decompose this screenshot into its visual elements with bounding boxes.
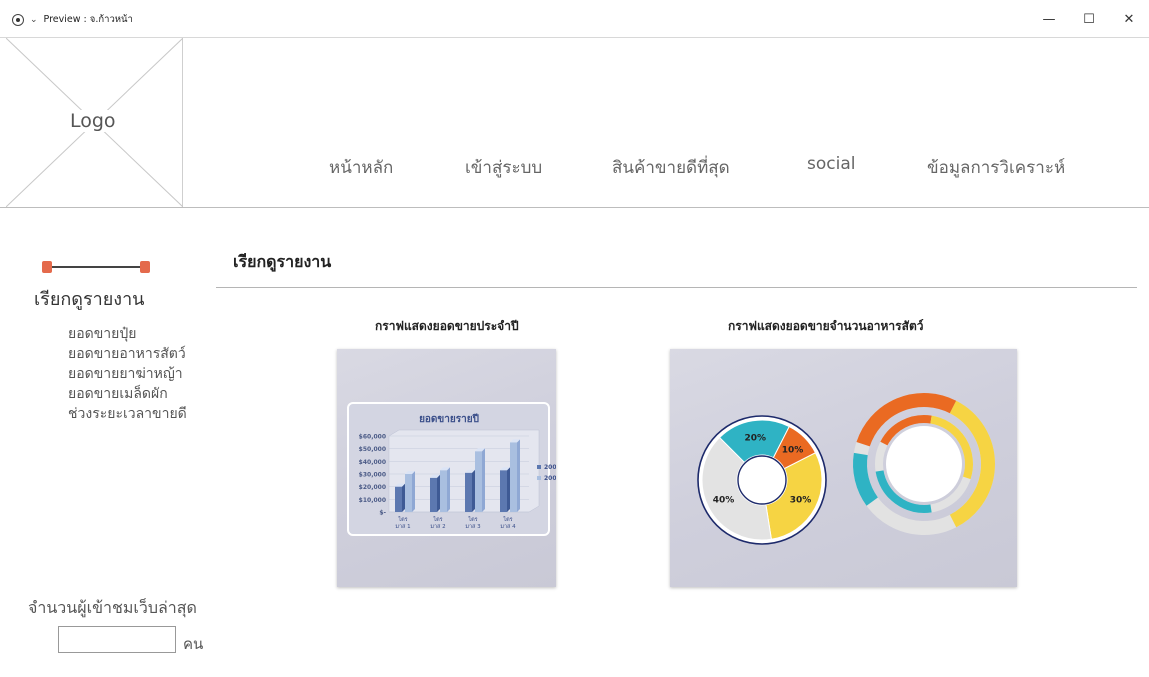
- nav-social[interactable]: social: [807, 154, 855, 174]
- page-title: เรียกดูรายงาน: [233, 252, 332, 271]
- window-titlebar: ⌄ Preview : จ.ก้าวหน้า — ☐ ✕: [0, 0, 1149, 38]
- x-tick-label: ไตร: [397, 516, 407, 523]
- pie-slice-label: 40%: [713, 496, 735, 506]
- bar: [405, 474, 412, 512]
- bar-side: [437, 474, 440, 512]
- bar-side: [472, 469, 475, 512]
- animal-feed-chart-title: กราฟแสดงยอดขายจำนวนอาหารสัตว์: [728, 319, 924, 333]
- bar: [395, 486, 402, 512]
- nav-best-sellers[interactable]: สินค้าขายดีที่สุด: [612, 154, 730, 181]
- bar-side: [517, 439, 520, 512]
- slider-handle-right[interactable]: [140, 261, 150, 273]
- pie-slice-label: 10%: [782, 445, 804, 455]
- bar-side: [507, 467, 510, 512]
- bar-side: [447, 467, 450, 512]
- legend-swatch: [537, 476, 541, 480]
- x-tick-label: มาส 2: [430, 523, 445, 530]
- nav-login[interactable]: เข้าสู่ระบบ: [465, 154, 542, 181]
- range-slider[interactable]: [42, 261, 150, 275]
- visitor-count-label: จำนวนผู้เข้าชมเว็บล่าสุด: [28, 598, 197, 617]
- annual-sales-chart-title: กราฟแสดงยอดขายประจำปี: [375, 319, 519, 333]
- animal-feed-chart: 20% 10% 30% 40%: [670, 349, 1017, 587]
- bar: [500, 470, 507, 512]
- record-icon[interactable]: [12, 13, 24, 26]
- legend-label: 2004: [544, 464, 556, 471]
- bar-chart-svg: ยอดขายรายปี $60,000 $50,000 $40,000 $30,000…: [347, 402, 561, 536]
- bar: [510, 442, 517, 512]
- x-tick-label: ไตร: [467, 516, 477, 523]
- donut-chart-svg: 20% 10% 30% 40%: [697, 392, 995, 545]
- site-header: Logo หน้าหลัก เข้าสู่ระบบ สินค้าขายดีที่…: [0, 38, 1149, 208]
- minimize-button[interactable]: —: [1029, 6, 1069, 32]
- bar: [465, 472, 472, 512]
- slider-handle-left[interactable]: [42, 261, 52, 273]
- y-tick-label: $30,000: [359, 472, 386, 479]
- pie-slice-label: 20%: [744, 433, 766, 443]
- y-tick-label: $40,000: [359, 459, 386, 466]
- window-controls: — ☐ ✕: [1029, 6, 1149, 32]
- x-tick-label: ไตร: [432, 516, 442, 523]
- ring-center: [886, 426, 962, 502]
- bar-side: [482, 448, 485, 512]
- sidebar-item-herbicide[interactable]: ยอดขายยาฆ่าหญ้า: [68, 364, 187, 384]
- ring-arc: [853, 452, 879, 506]
- sidebar-item-animal-feed[interactable]: ยอดขายอาหารสัตว์: [68, 344, 187, 364]
- bar-side: [402, 483, 405, 512]
- title-divider: [216, 287, 1137, 288]
- sidebar-item-fertilizer[interactable]: ยอดขายปุ๋ย: [68, 324, 187, 344]
- annual-sales-chart: ยอดขายรายปี $60,000 $50,000 $40,000 $30,000…: [337, 349, 561, 587]
- bar: [440, 470, 447, 512]
- y-tick-label: $60,000: [359, 434, 386, 441]
- legend-swatch: [537, 465, 541, 469]
- pie-slice-label: 30%: [790, 496, 812, 506]
- visitor-count-unit: คน: [183, 635, 204, 653]
- y-tick-label: $-: [379, 510, 386, 517]
- window-title: Preview : จ.ก้าวหน้า: [43, 14, 133, 25]
- slider-track: [46, 266, 146, 268]
- bar-side: [412, 471, 415, 512]
- maximize-button[interactable]: ☐: [1069, 6, 1109, 32]
- y-tick-label: $20,000: [359, 484, 386, 491]
- bar: [475, 451, 482, 512]
- x-tick-label: มาส 4: [500, 523, 516, 530]
- visitor-count-field[interactable]: [58, 626, 176, 653]
- sidebar-item-vegetable-seeds[interactable]: ยอดขายเมล็ดผัก: [68, 384, 187, 404]
- x-tick-label: มาส 3: [465, 523, 481, 530]
- logo-text: Logo: [68, 110, 118, 132]
- nav-analytics[interactable]: ข้อมูลการวิเคราะห์: [927, 154, 1065, 181]
- y-tick-label: $10,000: [359, 497, 386, 504]
- sidebar-title: เรียกดูรายงาน: [34, 289, 145, 310]
- legend-label: 2005: [544, 475, 556, 482]
- nav-home[interactable]: หน้าหลัก: [329, 154, 393, 181]
- titlebar-left: ⌄ Preview : จ.ก้าวหน้า: [12, 12, 133, 27]
- sidebar-item-best-period[interactable]: ช่วงระยะเวลาขายดี: [68, 404, 187, 424]
- sidebar-menu: ยอดขายปุ๋ย ยอดขายอาหารสัตว์ ยอดขายยาฆ่าห…: [68, 324, 187, 424]
- close-button[interactable]: ✕: [1109, 6, 1149, 32]
- bar-chart-title: ยอดขายรายปี: [419, 413, 479, 425]
- main-nav: หน้าหลัก เข้าสู่ระบบ สินค้าขายดีที่สุด s…: [0, 154, 1149, 184]
- x-tick-label: มาส 1: [395, 523, 410, 530]
- y-tick-label: $50,000: [359, 446, 386, 453]
- bar: [430, 477, 437, 512]
- x-tick-label: ไตร: [502, 516, 512, 523]
- chevron-down-icon[interactable]: ⌄: [30, 15, 38, 25]
